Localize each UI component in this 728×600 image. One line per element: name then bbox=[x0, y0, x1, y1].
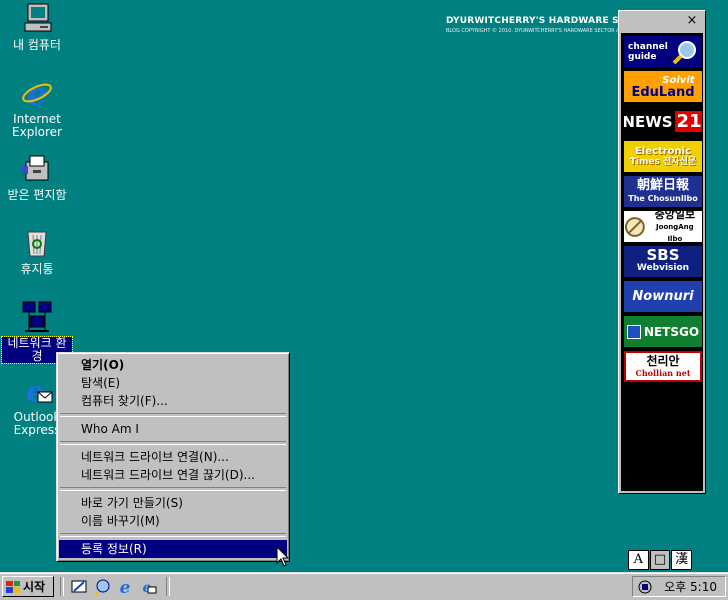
channel-eduland[interactable]: Solvit EduLand bbox=[624, 71, 702, 102]
desktop-icon-internet-explorer[interactable]: e Internet Explorer bbox=[2, 76, 72, 139]
channel-chosunilbo[interactable]: 朝鮮日報 The ChosunIlbo bbox=[624, 176, 702, 207]
channel-line2: Chollian net bbox=[635, 367, 691, 378]
menu-item-properties[interactable]: 등록 정보(R) bbox=[59, 540, 287, 558]
channel-bar: × channel guide Solvit EduLand NEWS 21 E… bbox=[618, 10, 706, 494]
recycle-bin-icon bbox=[27, 231, 47, 257]
channel-list: channel guide Solvit EduLand NEWS 21 Ele… bbox=[621, 33, 703, 491]
taskbar-grip[interactable] bbox=[166, 577, 170, 596]
channel-line1: 朝鮮日報 bbox=[636, 177, 689, 193]
menu-item-who-am-i[interactable]: Who Am I bbox=[59, 420, 287, 438]
menu-item-create-shortcut[interactable]: 바로 가기 만들기(S) bbox=[59, 494, 287, 512]
channel-line1: SBS bbox=[646, 246, 680, 264]
internet-explorer-icon[interactable]: e bbox=[116, 578, 134, 596]
channel-etimes[interactable]: Electronic Times 전자신문 bbox=[624, 141, 702, 172]
channel-line2: EduLand bbox=[631, 84, 695, 100]
channel-line2: JoongAng Ilbo bbox=[656, 222, 694, 243]
network-neighborhood-icon bbox=[22, 301, 52, 332]
menu-item-find-computer[interactable]: 컴퓨터 찾기(F)... bbox=[59, 392, 287, 410]
inbox-icon bbox=[22, 155, 49, 181]
mouse-cursor-icon bbox=[276, 546, 290, 567]
desktop-icon-recycle-bin[interactable]: 휴지통 bbox=[2, 226, 72, 276]
desktop-icon-label: Internet Explorer bbox=[12, 112, 62, 139]
desktop-icon-label: 받은 편지함 bbox=[7, 188, 67, 202]
ime-hanja-button[interactable]: 漢 bbox=[671, 550, 693, 570]
outlook-express-icon: e bbox=[26, 375, 53, 408]
outlook-express-icon[interactable]: e bbox=[139, 578, 157, 596]
channel-line1: 천리안 bbox=[646, 353, 680, 368]
desktop-icon-my-computer[interactable]: 내 컴퓨터 bbox=[2, 2, 72, 52]
menu-separator bbox=[60, 533, 286, 537]
internet-explorer-icon: e bbox=[22, 76, 52, 110]
channel-line2: Webvision bbox=[636, 262, 690, 273]
channel-news21[interactable]: NEWS 21 bbox=[624, 106, 702, 137]
channel-line1: channel bbox=[628, 41, 668, 52]
show-desktop-icon[interactable] bbox=[70, 578, 88, 596]
network-status-icon[interactable] bbox=[637, 579, 653, 595]
compass-icon bbox=[624, 216, 645, 237]
menu-item-disconnect-network-drive[interactable]: 네트워크 드라이브 연결 끊기(D)... bbox=[59, 466, 287, 484]
desktop-icon-inbox[interactable]: 받은 편지함 bbox=[2, 152, 72, 202]
channel-chollian[interactable]: 천리안 Chollian net bbox=[624, 351, 702, 382]
ime-alpha-button[interactable]: A bbox=[628, 550, 649, 570]
channel-nownuri[interactable]: Nownuri bbox=[624, 281, 702, 312]
menu-item-open[interactable]: 열기(O) bbox=[59, 356, 287, 374]
menu-separator bbox=[60, 487, 286, 491]
my-computer-icon bbox=[24, 3, 52, 32]
channels-icon[interactable] bbox=[93, 578, 111, 596]
start-button[interactable]: 시작 bbox=[2, 576, 54, 597]
channel-line1: Electronic bbox=[634, 145, 691, 157]
channel-netsgo[interactable]: NETSGO bbox=[624, 316, 702, 347]
menu-separator bbox=[60, 413, 286, 417]
menu-item-rename[interactable]: 이름 바꾸기(M) bbox=[59, 512, 287, 530]
desktop-icon-label: 휴지통 bbox=[20, 262, 54, 276]
taskbar-grip[interactable] bbox=[60, 577, 64, 596]
menu-item-map-network-drive[interactable]: 네트워크 드라이브 연결(N)... bbox=[59, 448, 287, 466]
close-icon[interactable]: × bbox=[685, 14, 699, 28]
channel-line2: guide bbox=[628, 51, 657, 62]
channel-line1: NETSGO bbox=[643, 324, 700, 339]
ime-shape-button[interactable]: □ bbox=[649, 550, 671, 570]
channel-line2: Times 전자신문 bbox=[629, 156, 697, 167]
ime-toolbar: A □ 漢 bbox=[628, 550, 693, 570]
channel-guide[interactable]: channel guide bbox=[624, 36, 702, 67]
desktop-icon-label: 내 컴퓨터 bbox=[13, 38, 61, 52]
channel-line1: Nownuri bbox=[632, 289, 694, 304]
menu-separator bbox=[60, 441, 286, 445]
context-menu: 열기(O) 탐색(E) 컴퓨터 찾기(F)... Who Am I 네트워크 드… bbox=[56, 352, 290, 562]
taskbar: 시작 e e 오후 5:10 bbox=[0, 572, 728, 600]
system-tray: 오후 5:10 bbox=[632, 576, 726, 597]
magnifier-icon bbox=[672, 40, 696, 64]
clock[interactable]: 오후 5:10 bbox=[664, 578, 717, 595]
netsgo-logo-icon bbox=[626, 324, 641, 339]
svg-text:e: e bbox=[120, 578, 131, 596]
channel-line2: The ChosunIlbo bbox=[628, 193, 698, 203]
svg-text:e: e bbox=[27, 76, 47, 110]
channel-joongang[interactable]: 중앙일보 JoongAng Ilbo bbox=[624, 211, 702, 242]
start-label: 시작 bbox=[23, 580, 46, 594]
channel-sbs[interactable]: SBS Webvision bbox=[624, 246, 702, 277]
channel-line1: 중앙일보 bbox=[654, 211, 696, 221]
channel-line1: NEWS bbox=[624, 112, 673, 131]
menu-item-explore[interactable]: 탐색(E) bbox=[59, 374, 287, 392]
channel-line2: 21 bbox=[674, 111, 702, 132]
windows-logo-icon bbox=[6, 580, 20, 593]
